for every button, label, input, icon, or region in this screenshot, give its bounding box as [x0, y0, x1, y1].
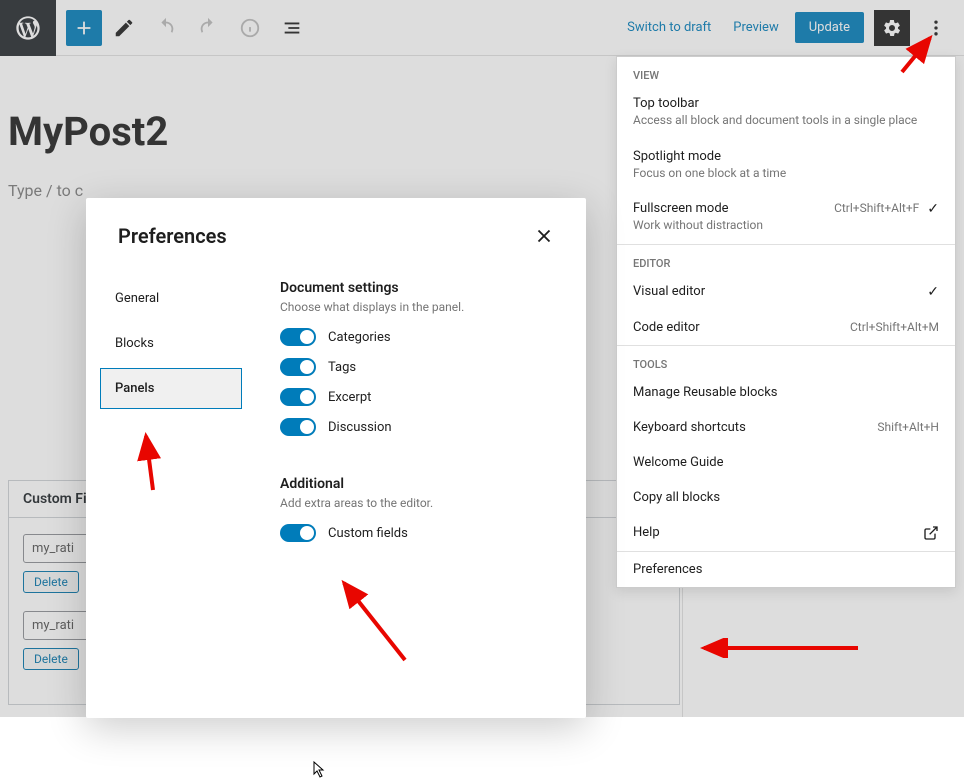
- preferences-modal: Preferences General Blocks Panels Docume…: [86, 198, 586, 718]
- menu-item-fullscreen[interactable]: Fullscreen mode Work without distraction…: [617, 191, 955, 244]
- menu-section-editor: EDITOR: [617, 245, 955, 274]
- section-desc: Choose what displays in the panel.: [280, 300, 562, 314]
- menu-item-preferences[interactable]: Preferences: [617, 552, 955, 587]
- menu-item-code-editor[interactable]: Code editor Ctrl+Shift+Alt+M: [617, 310, 955, 345]
- menu-item-spotlight[interactable]: Spotlight mode Focus on one block at a t…: [617, 139, 955, 192]
- toggle-categories[interactable]: [280, 328, 316, 346]
- toggle-excerpt[interactable]: [280, 388, 316, 406]
- toggle-label: Categories: [328, 330, 391, 345]
- menu-item-welcome-guide[interactable]: Welcome Guide: [617, 445, 955, 480]
- menu-item-help[interactable]: Help: [617, 515, 955, 551]
- close-button[interactable]: [530, 222, 558, 250]
- tab-panels[interactable]: Panels: [100, 368, 242, 409]
- check-icon: ✓: [927, 201, 939, 217]
- check-icon: ✓: [927, 284, 939, 300]
- menu-section-tools: TOOLS: [617, 346, 955, 375]
- section-document-settings: Document settings: [280, 280, 562, 296]
- section-desc: Add extra areas to the editor.: [280, 496, 562, 510]
- modal-title: Preferences: [118, 224, 227, 248]
- tab-general[interactable]: General: [100, 278, 242, 319]
- menu-item-keyboard-shortcuts[interactable]: Keyboard shortcuts Shift+Alt+H: [617, 410, 955, 445]
- menu-item-copy-all[interactable]: Copy all blocks: [617, 480, 955, 515]
- toggle-label: Custom fields: [328, 526, 408, 541]
- external-link-icon: [923, 525, 939, 541]
- toggle-label: Excerpt: [328, 390, 371, 405]
- menu-item-visual-editor[interactable]: Visual editor ✓: [617, 274, 955, 310]
- toggle-label: Tags: [328, 360, 356, 375]
- options-menu: VIEW Top toolbar Access all block and do…: [616, 56, 956, 588]
- toggle-label: Discussion: [328, 420, 392, 435]
- tab-blocks[interactable]: Blocks: [100, 323, 242, 364]
- toggle-custom-fields[interactable]: [280, 524, 316, 542]
- menu-section-view: VIEW: [617, 57, 955, 86]
- toggle-tags[interactable]: [280, 358, 316, 376]
- toggle-discussion[interactable]: [280, 418, 316, 436]
- menu-item-top-toolbar[interactable]: Top toolbar Access all block and documen…: [617, 86, 955, 139]
- menu-item-manage-reusable[interactable]: Manage Reusable blocks: [617, 375, 955, 410]
- section-additional: Additional: [280, 476, 562, 492]
- cursor-icon: [308, 760, 328, 782]
